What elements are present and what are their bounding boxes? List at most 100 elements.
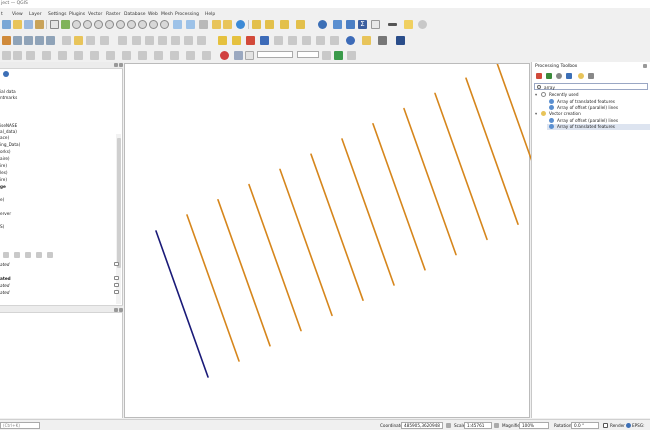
offset-line-feature[interactable] (496, 62, 550, 210)
split-features-icon[interactable] (74, 51, 83, 60)
plugin-icon[interactable] (362, 36, 371, 45)
panel-float-icon[interactable] (114, 307, 118, 312)
group-recently-used[interactable]: Recently used (549, 92, 579, 97)
menu-mesh[interactable]: Mesh (161, 12, 173, 17)
toggle-extents-icon[interactable] (446, 422, 451, 428)
layer-item[interactable]: ing_Data) (0, 142, 20, 147)
offset-curve-icon[interactable] (42, 51, 51, 60)
zoom-last-icon[interactable] (149, 20, 158, 29)
spatial-bookmark-icon[interactable] (212, 20, 221, 29)
rotation-field[interactable]: 0.0 ° (571, 421, 599, 429)
add-group-icon[interactable] (14, 252, 20, 258)
layer-labeling-icon[interactable] (232, 36, 241, 45)
measure-icon[interactable] (333, 20, 342, 29)
save-edits-icon[interactable] (86, 36, 95, 45)
browser-item[interactable]: ated (0, 262, 9, 267)
add-ring-icon[interactable] (138, 51, 147, 60)
self-snapping-icon[interactable] (334, 51, 343, 60)
plugin-manager-icon[interactable] (378, 36, 387, 45)
label-tool-icon[interactable] (218, 36, 227, 45)
zoom-out-icon[interactable] (83, 20, 92, 29)
layer-item[interactable]: e) (0, 197, 4, 202)
menu-layer[interactable]: Layer (29, 12, 42, 17)
zoom-native-icon[interactable] (138, 20, 147, 29)
panel-close-icon[interactable] (643, 64, 647, 68)
browser-item[interactable]: ated (0, 283, 9, 288)
layout-manager-icon[interactable] (35, 20, 44, 29)
paste-features-icon[interactable] (171, 36, 180, 45)
new-map-view-icon[interactable] (173, 20, 182, 29)
scrollbar-thumb[interactable] (116, 138, 121, 268)
show-layout-icon[interactable] (371, 20, 380, 29)
locator-search-input[interactable]: (Ctrl+K) (0, 421, 40, 429)
edit-features-in-place-icon[interactable] (578, 73, 584, 79)
statistical-summary-icon[interactable]: Σ (358, 20, 367, 29)
python-console-icon[interactable] (346, 36, 355, 45)
snap-vertex-icon[interactable] (13, 51, 22, 60)
zoom-rubberband-icon[interactable] (94, 20, 103, 29)
open-project-icon[interactable] (13, 20, 22, 29)
scripts-icon[interactable] (546, 73, 552, 79)
show-hide-labels-icon[interactable] (316, 36, 325, 45)
menu-settings[interactable]: Settings (48, 12, 66, 17)
intersections-icon[interactable] (347, 51, 356, 60)
panel-close-icon[interactable] (119, 307, 123, 312)
redo-icon[interactable] (197, 36, 206, 45)
move-label-icon[interactable] (274, 36, 283, 45)
vertex-tool-icon[interactable] (118, 36, 127, 45)
layer-item[interactable]: ire) (0, 163, 7, 168)
zoom-in-icon[interactable] (72, 20, 81, 29)
models-icon[interactable] (536, 73, 542, 79)
pin-labels-icon[interactable] (246, 36, 255, 45)
new-3d-view-icon[interactable] (186, 20, 195, 29)
algorithm-item-selected[interactable]: Array of translated features (557, 124, 615, 129)
results-viewer-icon[interactable] (566, 73, 572, 79)
options-icon[interactable] (588, 73, 594, 79)
layer-item[interactable]: al_data) (0, 129, 17, 134)
layer-visibility-icon[interactable] (114, 283, 119, 287)
algorithm-item[interactable]: Array of offset (parallel) lines (557, 105, 618, 110)
copy-features-icon[interactable] (158, 36, 167, 45)
menu-plugins[interactable]: Plugins (69, 12, 85, 17)
tracing-icon[interactable] (234, 51, 243, 60)
layer-item[interactable]: ace) (0, 135, 9, 140)
layer-item[interactable]: erver (0, 211, 11, 216)
zoom-selection-icon[interactable] (116, 20, 125, 29)
toggle-editing-icon[interactable] (74, 36, 83, 45)
data-source-manager-icon[interactable] (2, 36, 11, 45)
undo-icon[interactable] (184, 36, 193, 45)
history-icon[interactable] (556, 73, 562, 79)
open-attribute-table-icon[interactable] (318, 20, 327, 29)
refresh-icon[interactable] (236, 20, 245, 29)
layer-visibility-icon[interactable] (114, 290, 119, 294)
crs-icon[interactable] (626, 422, 631, 428)
topological-editing-icon[interactable] (322, 51, 331, 60)
menu-project[interactable]: t (1, 12, 3, 17)
highlight-pinned-icon[interactable] (260, 36, 269, 45)
menu-web[interactable]: Web (148, 12, 158, 17)
new-temporary-layer-icon[interactable] (46, 36, 55, 45)
menu-processing[interactable]: Processing (175, 12, 199, 17)
merge-features-icon[interactable] (90, 51, 99, 60)
expand-all-icon[interactable] (36, 252, 42, 258)
algorithm-item[interactable]: Array of offset (parallel) lines (557, 118, 618, 123)
simplify-icon[interactable] (122, 51, 131, 60)
add-feature-icon[interactable] (100, 36, 109, 45)
layer-item[interactable]: ntmarks (0, 95, 17, 100)
menu-view[interactable]: View (12, 12, 23, 17)
delete-selected-icon[interactable] (132, 36, 141, 45)
layer-item[interactable]: ial data (0, 89, 16, 94)
map-tips-icon[interactable] (404, 20, 413, 29)
snapping-tolerance-icon[interactable] (245, 51, 254, 60)
layer-item[interactable]: aire) (0, 156, 10, 161)
temporal-controller-icon[interactable] (199, 20, 208, 29)
fill-ring-icon[interactable] (170, 51, 179, 60)
map-canvas[interactable] (124, 62, 550, 418)
collapse-all-icon[interactable] (47, 252, 53, 258)
snap-tolerance-field[interactable] (257, 51, 293, 58)
algorithm-item[interactable]: Array of translated features (557, 99, 615, 104)
layer-item[interactable]: iseNASE (0, 123, 17, 128)
layer-item[interactable]: S) (0, 224, 4, 229)
magnifier-field[interactable]: 100% (519, 421, 549, 429)
chevron-down-icon[interactable]: ▾ (535, 92, 537, 97)
